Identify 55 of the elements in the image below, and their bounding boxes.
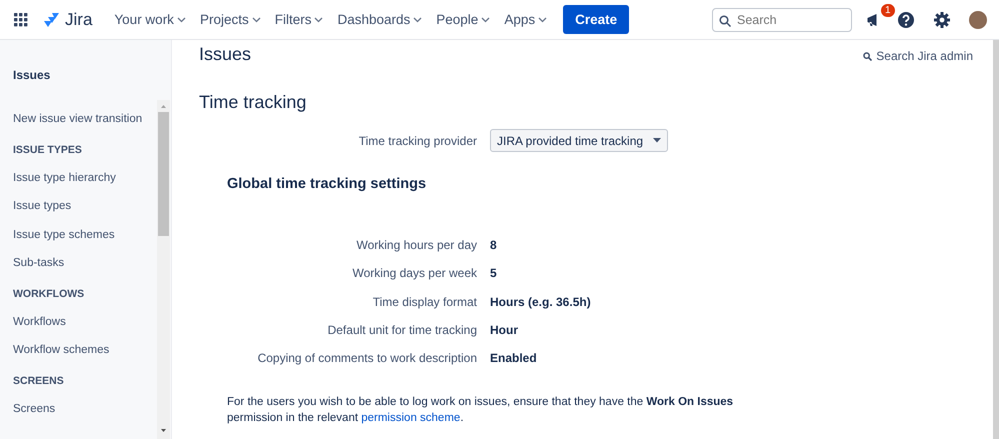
sidebar-item[interactable]: Screens <box>13 398 171 427</box>
setting-value: 8 <box>490 238 498 252</box>
notification-badge: 1 <box>880 2 896 18</box>
chevron-down-icon <box>538 16 548 22</box>
sidebar-heading: WORKFLOWS <box>13 286 86 302</box>
sidebar-heading: ISSUE TYPES <box>13 142 83 158</box>
chevron-down-icon <box>314 16 324 22</box>
nav-menu[interactable]: People <box>430 8 496 31</box>
setting-label: Working hours per day <box>355 238 477 252</box>
chevron-down-icon <box>176 16 186 22</box>
logo-icon <box>42 12 60 28</box>
setting-label: Default unit for time tracking <box>326 323 477 338</box>
nav-menu[interactable]: Apps <box>498 8 554 31</box>
sidebar-item[interactable]: New issue view transition <box>13 109 171 138</box>
setting-label: Time display format <box>372 294 477 309</box>
permission-scheme-link[interactable]: permission scheme <box>361 412 460 424</box>
search-icon <box>863 52 872 60</box>
sidebar-item[interactable]: Issue types <box>13 196 171 224</box>
create-button[interactable]: Create <box>563 5 630 34</box>
page-title: Issues <box>199 44 252 65</box>
settings-title: Global time tracking settings <box>227 176 428 192</box>
setting-value: Hour <box>490 323 519 338</box>
megaphone-icon[interactable] <box>866 12 879 28</box>
setting-label: Working days per week <box>352 266 477 280</box>
sidebar-title: Issues <box>13 68 52 82</box>
search-admin-link[interactable]: Search Jira admin <box>863 49 973 63</box>
chevron-down-icon <box>481 16 490 22</box>
setting-label: Copying of comments to work description <box>256 351 477 366</box>
permission-note: For the users you wish to be able to log work on issues, ensure that they have the Work On Issues permission in the relevant permission scheme. <box>227 395 734 426</box>
chevron-down-icon <box>252 16 261 22</box>
scrollbar[interactable] <box>157 100 170 439</box>
settings-icon[interactable] <box>933 10 951 28</box>
provider-dropdown[interactable]: JIRA provided time tracking <box>490 129 668 152</box>
setting-value: 5 <box>490 266 498 280</box>
nav-menu[interactable]: Filters <box>268 8 330 31</box>
app-switcher-icon[interactable] <box>14 12 28 26</box>
search-field[interactable]: Search <box>712 8 852 32</box>
sidebar-item[interactable]: Workflow schemes <box>13 340 171 368</box>
nav-menu[interactable]: Dashboards <box>331 8 428 31</box>
sidebar-item[interactable]: Workflows <box>13 312 171 340</box>
sidebar-item[interactable]: Sub-tasks <box>13 253 171 282</box>
field-label: Time tracking provider <box>358 134 477 148</box>
setting-value: Enabled <box>490 351 538 366</box>
sidebar-item[interactable]: Issue type schemes <box>13 224 171 253</box>
help-icon[interactable] <box>897 10 915 28</box>
caret-icon <box>653 138 661 143</box>
chevron-down-icon <box>413 16 422 22</box>
sidebar-item[interactable]: Issue type hierarchy <box>13 168 171 196</box>
setting-value: Hours (e.g. 36.5h) <box>490 294 592 309</box>
logo-text[interactable]: Jira <box>65 10 92 30</box>
section-title: Time tracking <box>199 92 308 113</box>
nav-menu[interactable]: Projects <box>194 8 267 31</box>
sidebar-heading: SCREENS <box>13 374 65 388</box>
nav-menu[interactable]: Your work <box>108 8 192 31</box>
avatar[interactable] <box>969 10 987 28</box>
